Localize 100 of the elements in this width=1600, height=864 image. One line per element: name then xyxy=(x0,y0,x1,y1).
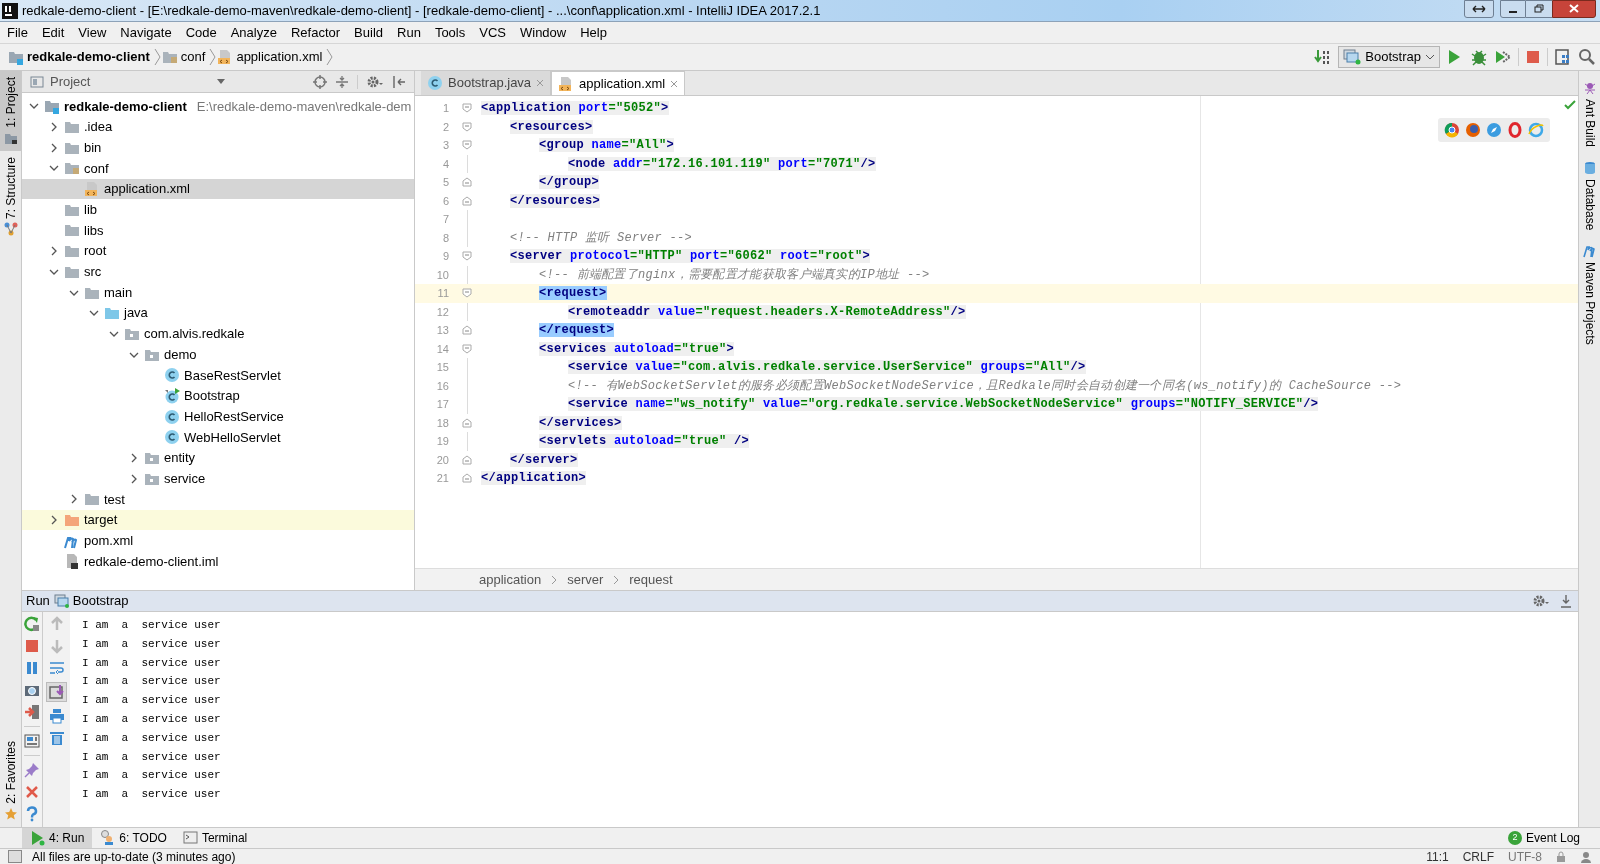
rerun-icon[interactable] xyxy=(24,616,40,632)
print-icon[interactable] xyxy=(48,708,65,724)
close-icon[interactable] xyxy=(536,79,545,87)
stop-icon[interactable] xyxy=(1525,49,1541,65)
tree-item[interactable]: java xyxy=(22,302,414,324)
fold-marker-icon[interactable] xyxy=(462,343,472,354)
menu-item[interactable]: Navigate xyxy=(114,22,178,43)
menu-item[interactable]: Edit xyxy=(35,22,71,43)
tree-item[interactable]: redkale-demo-client.iml xyxy=(22,551,414,572)
file-encoding[interactable]: UTF-8 xyxy=(1508,849,1542,864)
tree-item[interactable]: src xyxy=(22,261,414,283)
tree-item[interactable]: pom.xml xyxy=(22,530,414,552)
fold-marker-icon[interactable] xyxy=(462,103,472,114)
tool-window-tab[interactable]: Terminal xyxy=(174,828,256,848)
coverage-icon[interactable] xyxy=(1494,48,1512,66)
line-separator[interactable]: CRLF xyxy=(1462,849,1494,864)
breadcrumb-item[interactable]: application.xml xyxy=(217,47,327,67)
tree-item[interactable]: redkale-demo-client E:\redkale-demo-maven\redkale-dem xyxy=(22,96,414,117)
tree-item[interactable]: conf xyxy=(22,158,414,179)
tree-item[interactable]: demo xyxy=(22,344,414,365)
breadcrumb-item[interactable]: application xyxy=(479,569,542,590)
tool-window-tab[interactable]: 1: Project xyxy=(0,71,21,151)
breadcrumb-item[interactable]: conf xyxy=(161,47,210,67)
tree-item[interactable]: application.xml xyxy=(22,178,414,200)
tool-window-tab[interactable]: Ant Build xyxy=(1580,81,1599,148)
compass-icon[interactable] xyxy=(1486,122,1502,138)
fold-marker-icon[interactable] xyxy=(462,473,472,484)
wrap-icon[interactable] xyxy=(48,660,65,676)
trash-icon[interactable] xyxy=(48,730,65,746)
fold-marker-icon[interactable] xyxy=(462,251,472,262)
fold-marker-icon[interactable] xyxy=(462,140,472,151)
fold-marker-icon[interactable] xyxy=(462,454,472,465)
locate-icon[interactable] xyxy=(313,74,327,89)
editor-tab[interactable]: Bootstrap.java xyxy=(421,71,552,95)
caret-position[interactable]: 11:1 xyxy=(1426,849,1449,864)
menu-item[interactable]: Tools xyxy=(428,22,472,43)
pin-icon[interactable] xyxy=(24,762,40,778)
tree-item[interactable]: libs xyxy=(22,220,414,241)
menu-item[interactable]: Refactor xyxy=(284,22,347,43)
tree-item[interactable]: com.alvis.redkale xyxy=(22,323,414,345)
help-icon[interactable] xyxy=(24,806,40,822)
tool-window-tab[interactable]: 2: Favorites xyxy=(0,735,21,827)
stop-icon[interactable] xyxy=(24,638,40,654)
tool-window-tab[interactable]: Maven Projects xyxy=(1580,244,1599,346)
fold-marker-icon[interactable] xyxy=(462,325,472,336)
menu-item[interactable]: Code xyxy=(179,22,223,43)
breadcrumb-item[interactable]: request xyxy=(629,569,673,590)
fold-marker-icon[interactable] xyxy=(462,288,472,299)
run-config-dropdown[interactable]: Bootstrap xyxy=(1338,46,1440,68)
fold-marker-icon[interactable] xyxy=(462,417,472,428)
fold-marker-icon[interactable] xyxy=(462,121,472,132)
tree-item[interactable]: service xyxy=(22,468,414,490)
menu-item[interactable]: View xyxy=(72,22,113,43)
tree-item[interactable]: lib xyxy=(22,199,414,221)
tree-item[interactable]: HelloRestService xyxy=(22,406,414,427)
ring-icon[interactable] xyxy=(1507,122,1523,138)
menu-item[interactable]: Build xyxy=(348,22,389,43)
pause-icon[interactable] xyxy=(24,660,40,676)
close-icon[interactable] xyxy=(670,79,679,88)
editor-tab[interactable]: application.xml xyxy=(551,71,686,95)
tree-item[interactable]: BaseRestServlet xyxy=(22,364,414,386)
lock-icon[interactable] xyxy=(1556,850,1566,863)
tree-item[interactable]: entity xyxy=(22,447,414,469)
tree-item[interactable]: WebHelloServlet xyxy=(22,427,414,448)
tool-window-tab[interactable]: Database xyxy=(1580,161,1599,231)
tool-window-tab[interactable]: 7: Structure xyxy=(0,150,21,242)
debug-icon[interactable] xyxy=(1470,48,1488,66)
breadcrumb-item[interactable]: server xyxy=(567,569,604,590)
settings-icon[interactable] xyxy=(366,74,384,89)
menu-item[interactable]: Analyze xyxy=(224,22,283,43)
tool-window-tab[interactable]: 4: Run xyxy=(22,828,93,848)
menu-item[interactable]: VCS xyxy=(473,22,512,43)
layout-icon[interactable] xyxy=(24,733,40,749)
tree-item[interactable]: Bootstrap xyxy=(22,385,414,407)
person-icon[interactable] xyxy=(1580,850,1592,863)
maximize-button[interactable] xyxy=(1526,0,1552,18)
scroll-to-end-button[interactable] xyxy=(46,682,67,702)
minimize-button[interactable] xyxy=(1500,0,1526,18)
search-icon[interactable] xyxy=(1578,48,1596,66)
menu-item[interactable]: File xyxy=(1,22,34,43)
resize-button[interactable] xyxy=(1464,0,1494,18)
tree-item[interactable]: test xyxy=(22,489,414,510)
tree-item[interactable]: root xyxy=(22,240,414,262)
fold-marker-icon[interactable] xyxy=(462,177,472,188)
event-log-button[interactable]: Event Log xyxy=(1525,829,1580,847)
tree-item[interactable]: main xyxy=(22,282,414,303)
breadcrumb-item[interactable]: redkale-demo-client xyxy=(8,47,154,67)
tree-item[interactable]: bin xyxy=(22,137,414,159)
close-icon[interactable] xyxy=(24,784,40,800)
project-structure-icon[interactable] xyxy=(1554,48,1572,66)
hide-icon[interactable] xyxy=(392,74,406,89)
status-toggle-icon[interactable] xyxy=(8,850,22,863)
menu-item[interactable]: Run xyxy=(391,22,427,43)
fold-marker-icon[interactable] xyxy=(462,195,472,206)
tool-window-tab[interactable]: 6: TODO xyxy=(92,828,175,848)
settings-icon[interactable] xyxy=(1532,594,1550,608)
menu-item[interactable]: Help xyxy=(574,22,613,43)
collapse-icon[interactable] xyxy=(335,74,349,89)
tree-item[interactable]: .idea xyxy=(22,116,414,138)
menu-item[interactable]: Window xyxy=(513,22,573,43)
